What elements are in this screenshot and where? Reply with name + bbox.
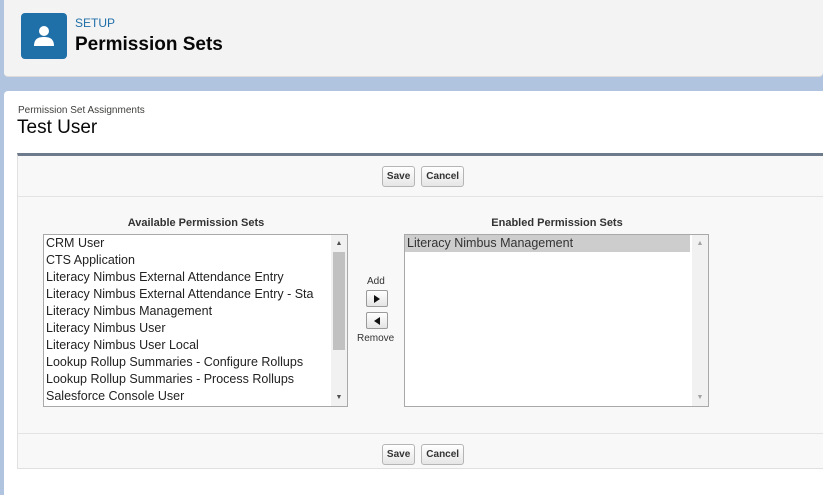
setup-label[interactable]: SETUP	[75, 16, 115, 30]
scroll-thumb[interactable]	[333, 252, 345, 350]
add-label: Add	[367, 276, 385, 287]
main-content: Permission Set Assignments Test User Sav…	[4, 91, 823, 495]
list-item[interactable]: CTS Application	[44, 252, 331, 269]
enabled-scrollbar[interactable]: ▲ ▼	[692, 235, 708, 406]
arrow-left-icon	[374, 316, 380, 325]
page-header: SETUP Permission Sets	[4, 0, 823, 77]
list-item[interactable]: Literacy Nimbus User Local	[44, 337, 331, 354]
add-button[interactable]	[366, 290, 388, 307]
cancel-button[interactable]: Cancel	[421, 443, 465, 465]
list-item[interactable]: Literacy Nimbus Management	[405, 235, 690, 252]
page-title: Permission Sets	[75, 34, 223, 55]
top-button-row: Save Cancel	[18, 156, 823, 197]
available-scrollbar[interactable]: ▲ ▼	[331, 235, 347, 406]
available-list-heading: Available Permission Sets	[127, 217, 265, 229]
list-item[interactable]: CRM User	[44, 235, 331, 252]
breadcrumb: Permission Set Assignments	[18, 105, 145, 116]
save-button[interactable]: Save	[381, 443, 416, 465]
list-item[interactable]: Lookup Rollup Summaries - Configure Roll…	[44, 354, 331, 371]
available-permission-sets-list[interactable]: CRM User CTS Application Literacy Nimbus E…	[43, 234, 348, 407]
cancel-button[interactable]: Cancel	[421, 165, 465, 187]
remove-label: Remove	[357, 333, 395, 344]
list-item[interactable]: Literacy Nimbus External Attendance Entr…	[44, 269, 331, 286]
scroll-down-icon[interactable]: ▼	[331, 389, 347, 406]
remove-button[interactable]	[366, 312, 388, 329]
save-button[interactable]: Save	[381, 165, 416, 187]
scroll-down-icon[interactable]: ▼	[692, 389, 708, 406]
list-item[interactable]: Lookup Rollup Summaries - Process Rollup…	[44, 371, 331, 388]
list-item[interactable]: Literacy Nimbus User	[44, 320, 331, 337]
scroll-up-icon[interactable]: ▲	[331, 235, 347, 252]
scroll-up-icon[interactable]: ▲	[692, 235, 708, 252]
list-item[interactable]: Salesforce Console User	[44, 388, 331, 405]
assignment-panel: Save Cancel Available Permission Sets CR…	[17, 153, 823, 469]
enabled-list-heading: Enabled Permission Sets	[491, 217, 623, 229]
bottom-button-row: Save Cancel	[18, 433, 823, 474]
arrow-right-icon	[374, 294, 380, 303]
user-title: Test User	[17, 117, 98, 138]
user-icon	[21, 13, 67, 59]
list-item[interactable]: Literacy Nimbus External Attendance Entr…	[44, 286, 331, 303]
list-item[interactable]: Literacy Nimbus Management	[44, 303, 331, 320]
enabled-permission-sets-list[interactable]: Literacy Nimbus Management ▲ ▼	[404, 234, 709, 407]
